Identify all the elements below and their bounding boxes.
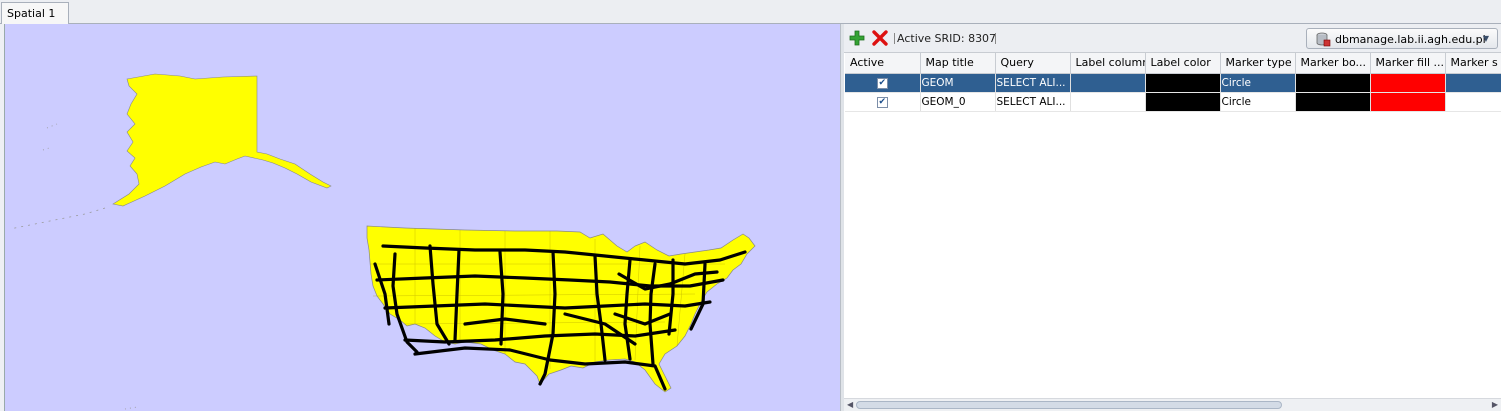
table-row[interactable]: ✔ GEOM_0 SELECT ALI... Circle (845, 92, 1501, 112)
column-header[interactable]: Marker type (1220, 53, 1296, 74)
layers-toolbar: Active SRID: 8307 dbmanage.lab.ii.agh.ed… (844, 24, 1501, 53)
column-header[interactable]: Label column (1070, 53, 1146, 74)
table-row[interactable]: ✔ GEOM SELECT ALI... Circle (845, 73, 1501, 93)
database-icon (1315, 31, 1331, 50)
marker-type-cell[interactable]: Circle (1220, 73, 1296, 93)
connection-selector[interactable]: dbmanage.lab.ii.agh.edu.pl ▼ (1306, 28, 1498, 49)
column-header[interactable]: Query (995, 53, 1071, 74)
table-header-row: Active Map title Query Label column Labe… (845, 53, 1501, 74)
aleutian-islands (9, 207, 106, 230)
query-cell[interactable]: SELECT ALI... (995, 92, 1071, 112)
alaska-shape (112, 73, 332, 207)
toolbar-separator (995, 33, 996, 44)
query-cell[interactable]: SELECT ALI... (995, 73, 1071, 93)
connection-name: dbmanage.lab.ii.agh.edu.pl (1335, 33, 1486, 46)
column-header[interactable]: Map title (920, 53, 996, 74)
marker-fill-swatch[interactable] (1370, 92, 1446, 112)
column-header[interactable]: Label color (1145, 53, 1221, 74)
active-srid-label: Active SRID: 8307 (897, 32, 997, 45)
marker-type-cell[interactable]: Circle (1220, 92, 1296, 112)
x-icon[interactable] (871, 29, 889, 47)
marker-size-cell[interactable] (1445, 92, 1501, 112)
column-header[interactable]: Marker fill ... (1370, 53, 1446, 74)
layers-table: Active Map title Query Label column Labe… (845, 53, 1501, 112)
label-color-swatch[interactable] (1145, 92, 1221, 112)
tab-spatial-1[interactable]: Spatial 1 (1, 2, 69, 24)
toolbar-separator (894, 33, 895, 44)
label-color-swatch[interactable] (1145, 73, 1221, 93)
tab-bar: Spatial 1 (0, 0, 1501, 24)
column-header[interactable]: Active (845, 53, 921, 74)
map-canvas[interactable] (4, 24, 840, 411)
layers-panel: Active SRID: 8307 dbmanage.lab.ii.agh.ed… (844, 24, 1501, 411)
active-checkbox[interactable]: ✔ (876, 78, 888, 89)
alaska-islands (42, 123, 138, 410)
column-header[interactable]: Marker bo... (1295, 53, 1371, 74)
map-rendering (9, 73, 756, 410)
map-title-cell[interactable]: GEOM (920, 73, 996, 93)
horizontal-scrollbar[interactable]: ◀ ▶ (844, 398, 1501, 411)
marker-size-cell[interactable] (1445, 73, 1501, 93)
marker-fill-swatch[interactable] (1370, 73, 1446, 93)
scroll-left-icon[interactable]: ◀ (847, 400, 853, 409)
scrollbar-thumb[interactable] (856, 401, 1282, 409)
column-header[interactable]: Marker s (1445, 53, 1501, 74)
chevron-down-icon: ▼ (1482, 34, 1489, 43)
marker-border-swatch[interactable] (1295, 92, 1371, 112)
scroll-right-icon[interactable]: ▶ (1492, 400, 1498, 409)
label-column-cell[interactable] (1070, 73, 1146, 93)
active-checkbox[interactable]: ✔ (876, 97, 888, 108)
marker-border-swatch[interactable] (1295, 73, 1371, 93)
plus-icon[interactable] (848, 29, 866, 47)
label-column-cell[interactable] (1070, 92, 1146, 112)
map-title-cell[interactable]: GEOM_0 (920, 92, 996, 112)
